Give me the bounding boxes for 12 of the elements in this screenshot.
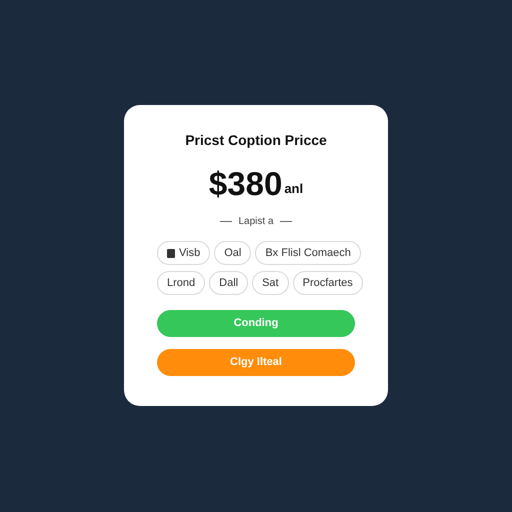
option-chip[interactable]: Dall	[209, 271, 248, 295]
option-chip[interactable]: Sat	[252, 271, 289, 295]
card-title: Pricst Coption Pricce	[185, 131, 327, 150]
price-period: anl	[284, 180, 304, 198]
caption: Lapist a	[238, 215, 274, 229]
square-icon	[167, 248, 175, 258]
option-chip[interactable]: Procfartes	[292, 271, 363, 295]
option-chip[interactable]: Lrond	[157, 271, 206, 295]
price: $380	[208, 167, 282, 200]
option-chip[interactable]: Bx Flisl Comaech	[255, 241, 361, 265]
option-chip[interactable]: Visb	[157, 241, 210, 265]
option-chip[interactable]: Oal	[214, 241, 252, 265]
